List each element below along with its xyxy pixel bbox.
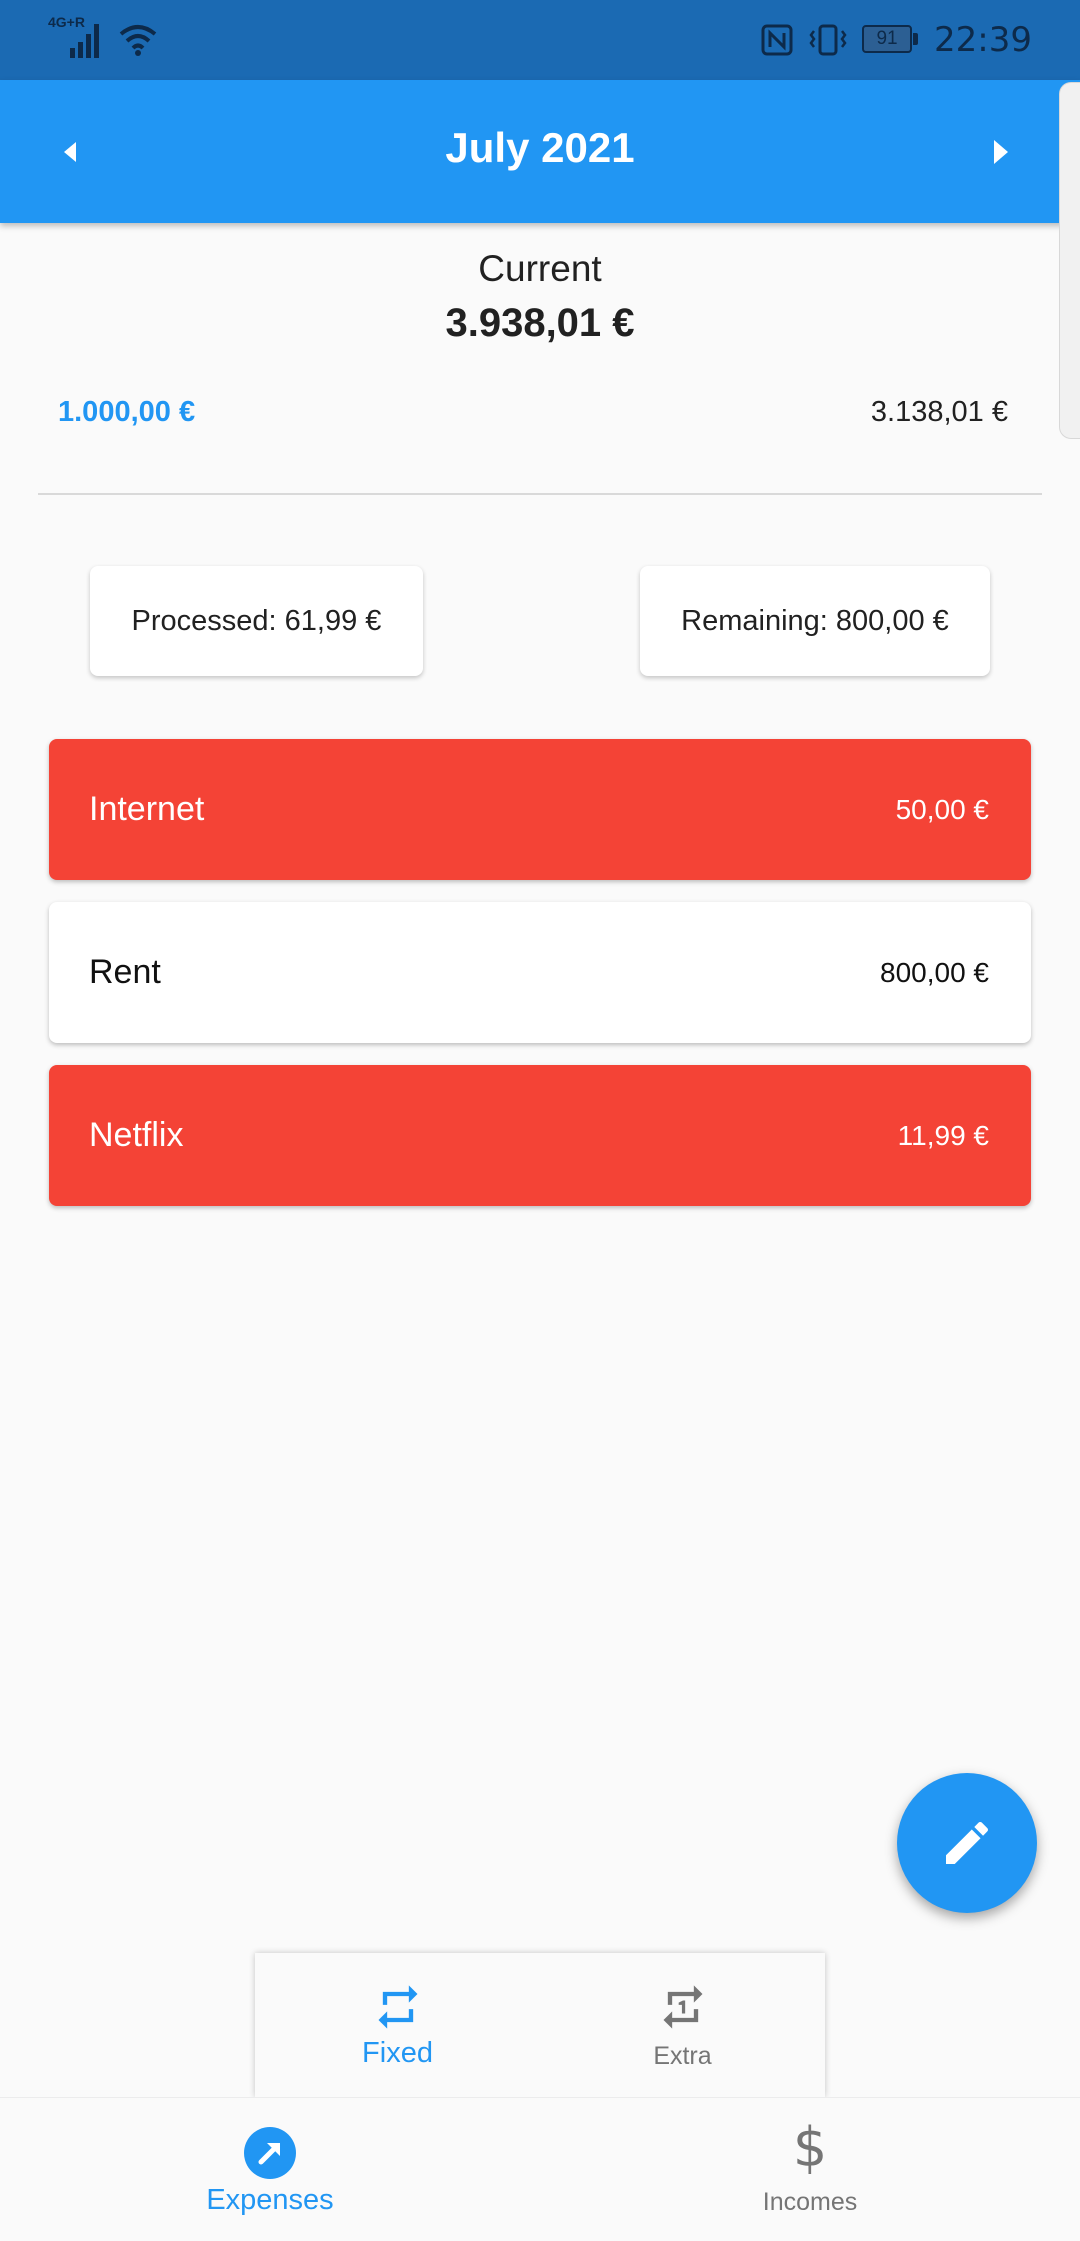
- expense-item-rent[interactable]: Rent 800,00 €: [49, 902, 1031, 1043]
- nav-expenses-label: Expenses: [206, 2184, 334, 2216]
- tab-extra-label: Extra: [653, 2042, 712, 2070]
- processed-text: Processed: 61,99 €: [131, 604, 382, 637]
- nav-expenses[interactable]: Expenses: [0, 2098, 540, 2241]
- divider: [38, 493, 1042, 495]
- nfc-icon: [761, 24, 793, 56]
- next-month-button[interactable]: [980, 130, 1020, 174]
- status-left: 4G+R: [48, 14, 158, 62]
- clock: 22:39: [934, 20, 1032, 60]
- page-title: July 2021: [445, 124, 635, 171]
- bottom-navigation: Expenses $ Incomes: [0, 2097, 1080, 2241]
- expenses-total: 3.138,01 €: [870, 396, 1008, 428]
- expense-amount: 50,00 €: [895, 793, 989, 825]
- arrow-up-right-circle-icon: [244, 2127, 296, 2179]
- expense-item-netflix[interactable]: Netflix 11,99 €: [49, 1065, 1031, 1206]
- dollar-icon: $: [792, 2116, 828, 2179]
- battery-level: 91: [876, 28, 898, 49]
- vibrate-icon: [809, 24, 847, 56]
- app-bar: July 2021: [0, 80, 1080, 223]
- nav-incomes-label: Incomes: [762, 2188, 858, 2216]
- status-right: 91 22:39: [760, 14, 1032, 66]
- tab-fixed-label: Fixed: [362, 2037, 433, 2069]
- battery-icon: 91: [862, 25, 920, 55]
- nav-incomes[interactable]: $ Incomes: [540, 2098, 1080, 2241]
- expense-amount: 800,00 €: [880, 956, 989, 988]
- remaining-text: Remaining: 800,00 €: [681, 604, 949, 637]
- repeat-one-icon: [663, 1985, 702, 2029]
- tab-fixed[interactable]: Fixed: [255, 1953, 540, 2097]
- signal-icon: 4G+R: [48, 14, 104, 60]
- expense-name: Internet: [89, 790, 205, 828]
- pencil-icon: [946, 1821, 989, 1864]
- tab-extra[interactable]: Extra: [540, 1953, 825, 2097]
- edit-button[interactable]: [897, 1773, 1037, 1913]
- expense-item-internet[interactable]: Internet 50,00 €: [49, 739, 1031, 880]
- expense-name: Netflix: [89, 1116, 184, 1154]
- status-bar: 4G+R 91 22:39: [0, 0, 1080, 80]
- wifi-icon: [119, 25, 157, 56]
- current-balance-amount: 3.938,01 €: [445, 301, 635, 345]
- remaining-card: Remaining: 800,00 €: [640, 566, 990, 676]
- repeat-icon: [378, 1985, 417, 2029]
- incomes-total: 1.000,00 €: [58, 396, 196, 428]
- expense-name: Rent: [89, 953, 161, 991]
- arrow-right-icon: [994, 140, 1008, 164]
- processed-card: Processed: 61,99 €: [90, 566, 423, 676]
- expense-type-tabs: Fixed Extra: [255, 1953, 825, 2097]
- expense-amount: 11,99 €: [897, 1119, 989, 1151]
- current-balance-label: Current: [478, 248, 602, 289]
